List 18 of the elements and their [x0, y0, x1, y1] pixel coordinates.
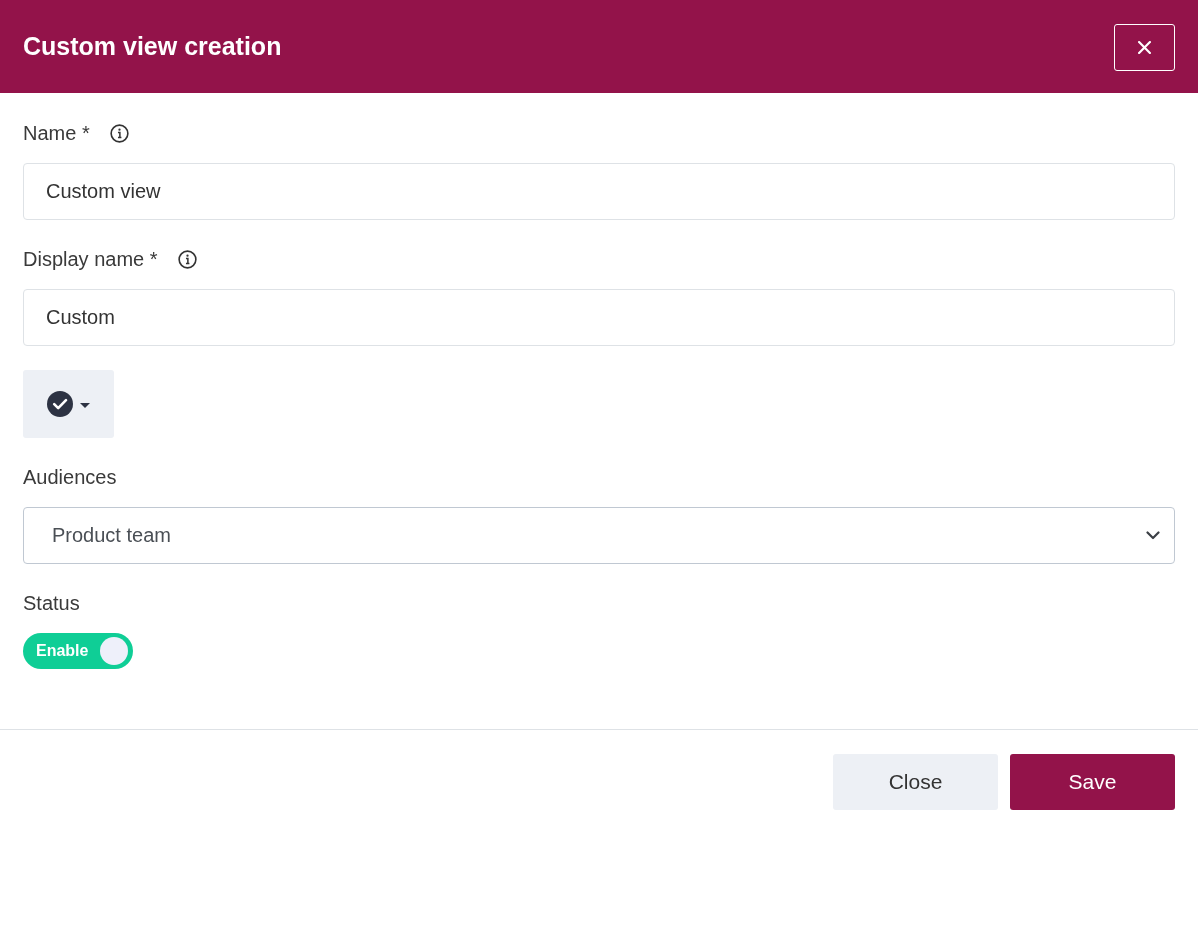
close-icon — [1138, 41, 1151, 54]
text-input[interactable]: Custom — [23, 289, 1175, 346]
close-button[interactable] — [1114, 24, 1175, 71]
audiences-select[interactable]: Product team — [23, 507, 1175, 564]
chevron-down-icon — [1146, 531, 1160, 540]
text-input[interactable]: Custom view — [23, 163, 1175, 220]
field-label: Audiences — [23, 465, 117, 489]
icon-picker-button[interactable] — [23, 370, 114, 438]
caret-icon — [80, 402, 90, 408]
save-button[interactable]: Save — [1010, 754, 1175, 810]
close-button[interactable]: Close — [833, 754, 998, 810]
field-label: Status — [23, 591, 80, 615]
dialog-title: Custom view creation — [23, 32, 282, 61]
field-label: Display name * — [23, 247, 158, 271]
info-icon[interactable] — [109, 123, 129, 143]
info-icon[interactable] — [177, 249, 197, 269]
check-circle-icon — [47, 391, 73, 417]
field-label: Name * — [23, 121, 90, 145]
